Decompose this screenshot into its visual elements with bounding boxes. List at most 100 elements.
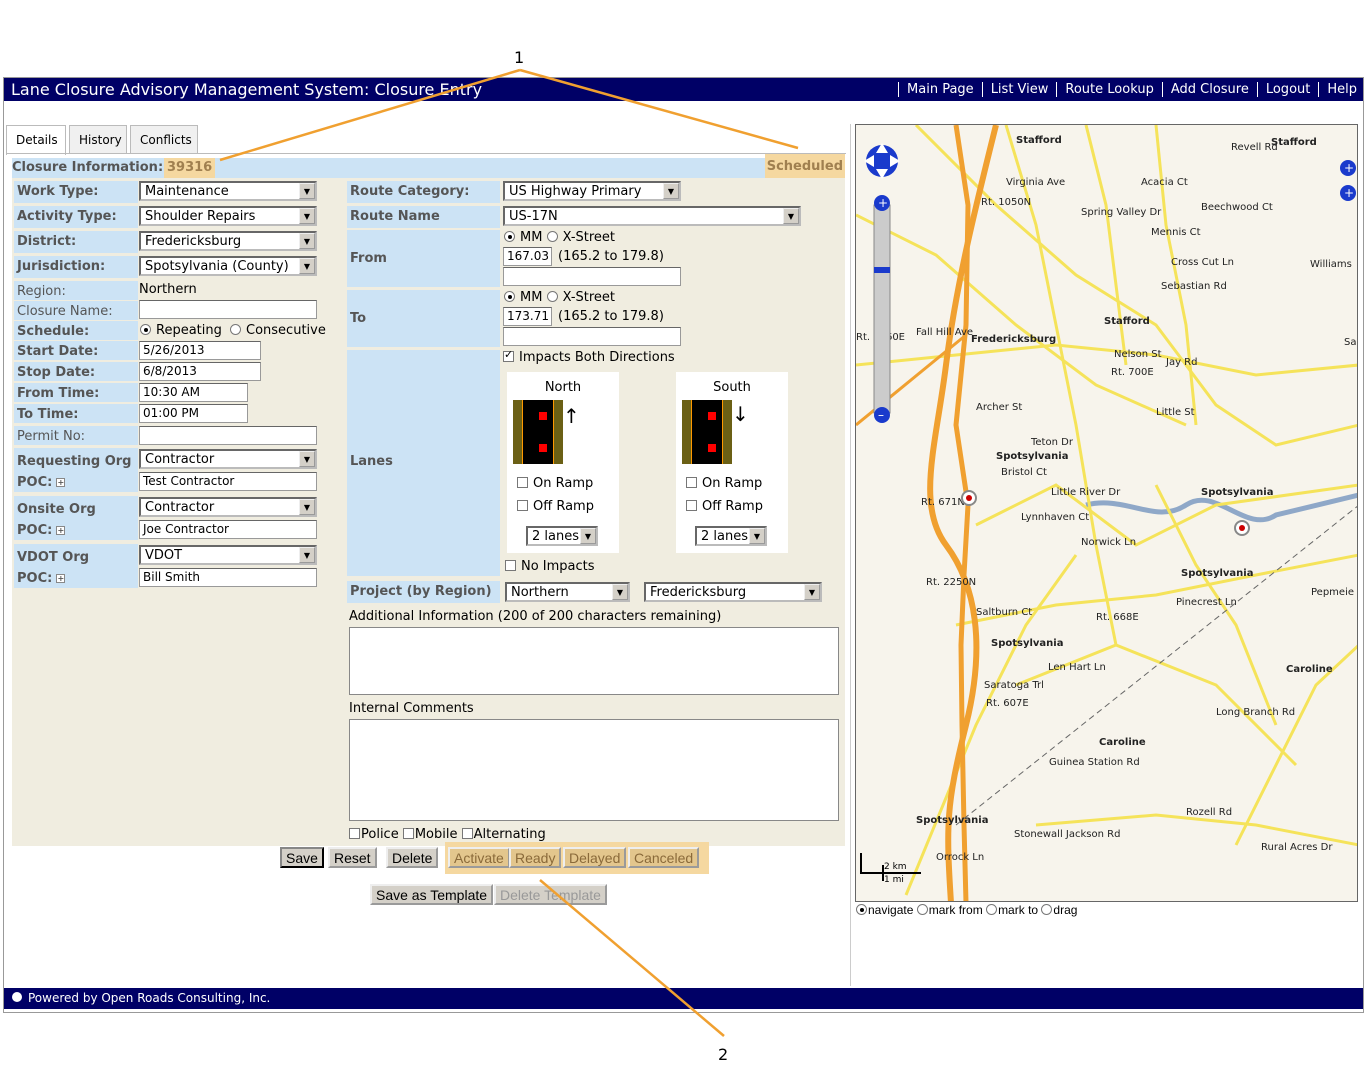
nav-main-page[interactable]: Main Page bbox=[907, 82, 974, 97]
permit-no-input[interactable] bbox=[139, 426, 317, 445]
map-label: Jay Rd bbox=[1165, 357, 1197, 368]
delete-button[interactable]: Delete bbox=[386, 847, 439, 868]
nav-add-closure[interactable]: Add Closure bbox=[1171, 82, 1249, 97]
app-title: Lane Closure Advisory Management System:… bbox=[11, 80, 483, 99]
delayed-button[interactable]: Delayed bbox=[563, 847, 627, 868]
onsite-poc-input[interactable]: Joe Contractor bbox=[139, 520, 317, 539]
repeating-radio[interactable] bbox=[140, 324, 151, 335]
map-label: Stafford bbox=[1016, 135, 1062, 146]
jurisdiction-select[interactable]: Spotsylvania (County) ▼ bbox=[139, 256, 317, 276]
route-category-select[interactable]: US Highway Primary ▼ bbox=[503, 181, 681, 201]
expand-icon[interactable]: + bbox=[56, 574, 66, 583]
from-xstreet-input[interactable] bbox=[503, 267, 681, 286]
to-label: To bbox=[347, 290, 500, 347]
to-xstreet-radio[interactable] bbox=[546, 291, 558, 302]
chevron-down-icon: ▼ bbox=[783, 208, 799, 224]
additional-info-textarea[interactable] bbox=[349, 627, 839, 695]
work-type-label: Work Type: bbox=[14, 181, 138, 203]
tab-conflicts[interactable]: Conflicts bbox=[130, 125, 198, 154]
map-label: Beechwood Ct bbox=[1201, 202, 1273, 213]
north-lane-diagram[interactable] bbox=[513, 400, 563, 464]
south-off-ramp-checkbox[interactable]: Off Ramp bbox=[686, 499, 763, 514]
closure-info-label: Closure Information: bbox=[12, 160, 164, 175]
drag-radio[interactable] bbox=[1041, 904, 1053, 915]
from-mm-input[interactable]: 167.03 bbox=[503, 247, 552, 266]
north-on-ramp-checkbox[interactable]: On Ramp bbox=[517, 476, 593, 491]
project-region-select[interactable]: Northern ▼ bbox=[505, 582, 630, 602]
district-select[interactable]: Fredericksburg ▼ bbox=[139, 231, 317, 251]
police-checkbox[interactable] bbox=[349, 828, 360, 839]
south-lane-diagram[interactable] bbox=[682, 400, 732, 464]
project-district-select[interactable]: Fredericksburg ▼ bbox=[644, 582, 822, 602]
save-template-button[interactable]: Save as Template bbox=[370, 884, 494, 905]
save-button[interactable]: Save bbox=[280, 847, 324, 868]
activate-button[interactable]: Activate bbox=[448, 847, 510, 868]
nav-list-view[interactable]: List View bbox=[991, 82, 1049, 97]
map-label: Rt. 700E bbox=[1111, 367, 1154, 378]
closure-info-bar: Closure Information: 39316 Scheduled bbox=[12, 154, 845, 178]
north-lanes-select[interactable]: 2 lanes ▼ bbox=[526, 526, 598, 546]
from-mm-radio[interactable] bbox=[504, 231, 515, 242]
vdot-org-select[interactable]: VDOT ▼ bbox=[139, 545, 317, 565]
map-label: Stafford bbox=[1271, 137, 1317, 148]
from-time-input[interactable]: 10:30 AM bbox=[139, 383, 248, 402]
nav-logout[interactable]: Logout bbox=[1266, 82, 1311, 97]
start-date-input[interactable]: 5/26/2013 bbox=[139, 341, 261, 360]
to-time-label: To Time: bbox=[14, 404, 138, 423]
to-mm-radio[interactable] bbox=[504, 291, 515, 302]
south-lanes-select[interactable]: 2 lanes ▼ bbox=[695, 526, 767, 546]
map-label: Bristol Ct bbox=[1001, 467, 1047, 478]
requesting-poc-input[interactable]: Test Contractor bbox=[139, 472, 317, 491]
nav-route-lookup[interactable]: Route Lookup bbox=[1065, 82, 1153, 97]
impacts-both-checkbox[interactable]: Impacts Both Directions bbox=[503, 348, 675, 365]
internal-comments-textarea[interactable] bbox=[349, 719, 839, 821]
canceled-button[interactable]: Canceled bbox=[628, 847, 700, 868]
from-label: From bbox=[347, 230, 500, 287]
map-label: Saltburn Ct bbox=[976, 607, 1032, 618]
mobile-checkbox[interactable] bbox=[402, 828, 414, 839]
work-type-select[interactable]: Maintenance ▼ bbox=[139, 181, 317, 201]
closure-name-label: Closure Name: bbox=[14, 301, 138, 320]
mark-from-radio[interactable] bbox=[916, 904, 928, 915]
to-mm-input[interactable]: 173.71 bbox=[503, 307, 552, 326]
south-on-ramp-checkbox[interactable]: On Ramp bbox=[686, 476, 762, 491]
activity-type-select[interactable]: Shoulder Repairs ▼ bbox=[139, 206, 317, 226]
onsite-org-select[interactable]: Contractor ▼ bbox=[139, 497, 317, 517]
map-canvas[interactable]: Stafford Stafford Fredericksburg Stafford Sp… bbox=[856, 125, 1358, 902]
chevron-down-icon: ▼ bbox=[749, 528, 765, 544]
map-label: Revell Rd bbox=[1231, 142, 1278, 153]
requesting-org-select[interactable]: Contractor ▼ bbox=[139, 449, 317, 469]
alternating-checkbox[interactable] bbox=[461, 828, 473, 839]
route-name-select[interactable]: US-17N ▼ bbox=[503, 206, 801, 226]
reset-button[interactable]: Reset bbox=[328, 847, 377, 868]
mark-to-radio[interactable] bbox=[986, 904, 998, 915]
stop-date-input[interactable]: 6/8/2013 bbox=[139, 362, 261, 381]
delete-template-button[interactable]: Delete Template bbox=[494, 884, 607, 905]
chevron-down-icon: ▼ bbox=[299, 233, 315, 249]
route-name-label: Route Name bbox=[347, 206, 500, 228]
pan-control-icon bbox=[864, 143, 900, 179]
to-type-radios: MM X-Street bbox=[504, 290, 615, 305]
from-xstreet-radio[interactable] bbox=[546, 231, 558, 242]
ready-button[interactable]: Ready bbox=[509, 847, 562, 868]
no-impacts-checkbox[interactable]: No Impacts bbox=[505, 559, 595, 574]
to-time-input[interactable]: 01:00 PM bbox=[139, 404, 248, 423]
map-label: Long Branch Rd bbox=[1216, 707, 1295, 718]
vdot-poc-input[interactable]: Bill Smith bbox=[139, 568, 317, 587]
expand-icon[interactable]: + bbox=[56, 526, 66, 535]
svg-text:+: + bbox=[1344, 161, 1354, 175]
expand-icon[interactable]: + bbox=[56, 478, 66, 487]
to-xstreet-input[interactable] bbox=[503, 327, 681, 346]
navigate-radio[interactable] bbox=[856, 904, 867, 915]
from-time-label: From Time: bbox=[14, 383, 138, 402]
nav-help[interactable]: Help bbox=[1327, 82, 1357, 97]
consecutive-radio[interactable] bbox=[230, 324, 242, 335]
vdot-org-label: VDOT Org POC: + bbox=[14, 544, 138, 588]
closure-name-input[interactable] bbox=[139, 300, 317, 319]
tab-history[interactable]: History bbox=[69, 125, 127, 154]
map-view[interactable]: Stafford Stafford Fredericksburg Stafford Sp… bbox=[855, 124, 1358, 902]
logo-icon bbox=[12, 992, 22, 1002]
tab-details[interactable]: Details bbox=[6, 125, 66, 155]
start-date-label: Start Date: bbox=[14, 341, 138, 360]
north-off-ramp-checkbox[interactable]: Off Ramp bbox=[517, 499, 594, 514]
